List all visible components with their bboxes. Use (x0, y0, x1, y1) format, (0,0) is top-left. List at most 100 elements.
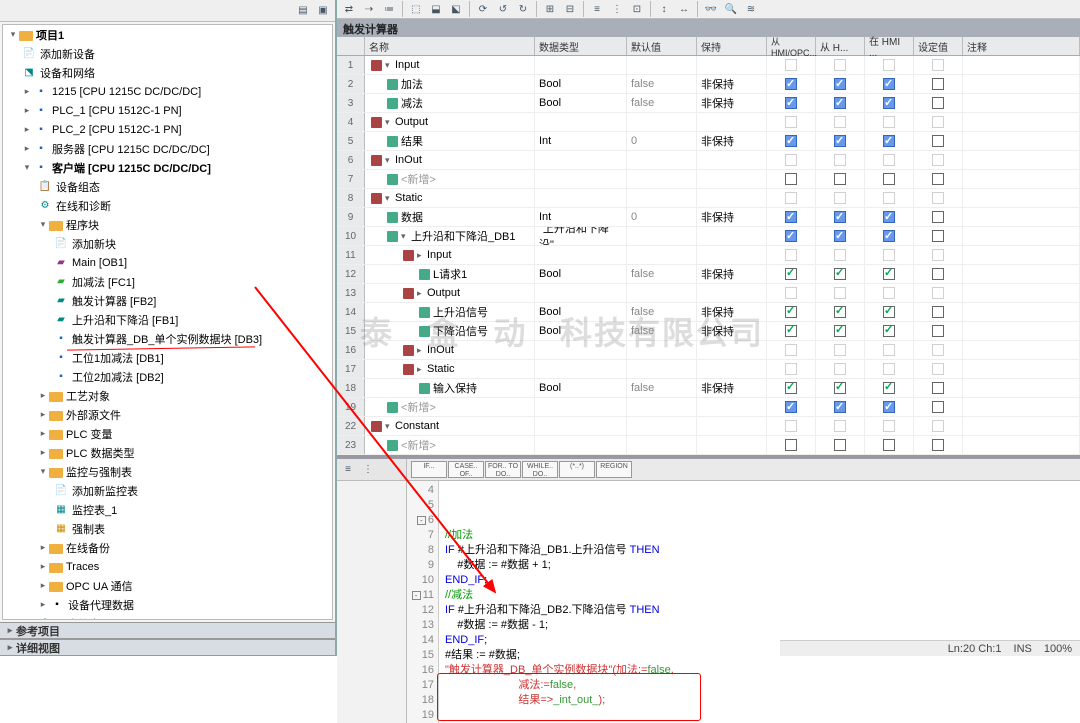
grid-row[interactable]: 18输入保持Boolfalse非保持 (337, 379, 1080, 398)
watch1[interactable]: 监控表_1 (72, 502, 117, 518)
col-hmi2[interactable]: 从 H... (816, 37, 865, 55)
block-title: 触发计算器 (337, 19, 1080, 37)
plc1[interactable]: PLC_1 [CPU 1512C-1 PN] (52, 105, 182, 117)
col-type[interactable]: 数据类型 (535, 37, 627, 55)
tb-g[interactable]: ⟳ (474, 0, 492, 18)
client[interactable]: 客户端 [CPU 1215C DC/DC/DC] (52, 160, 211, 176)
grid-row[interactable]: 17▸Static (337, 360, 1080, 379)
tb-a[interactable]: ⇄ (340, 0, 358, 18)
grid-row[interactable]: 7<新增> (337, 170, 1080, 189)
scl-editor[interactable]: 45-678910-111213141516171819 //加法IF #上升沿… (407, 481, 1080, 723)
grid-row[interactable]: 4▾Output (337, 113, 1080, 132)
tb-m[interactable]: ⋮ (608, 0, 626, 18)
grid-row[interactable]: 23<新增> (337, 436, 1080, 455)
add-device[interactable]: 添加新设备 (40, 46, 95, 62)
opcua[interactable]: OPC UA 通信 (66, 578, 133, 594)
col-name[interactable]: 名称 (365, 37, 535, 55)
declaration-grid: 名称 数据类型 默认值 保持 从 HMI/OPC... 从 H... 在 HMI… (337, 37, 1080, 455)
cpu-1215[interactable]: 1215 [CPU 1215C DC/DC/DC] (52, 86, 201, 98)
grid-row[interactable]: 3减法Boolfalse非保持 (337, 94, 1080, 113)
devices-networks[interactable]: 设备和网络 (40, 65, 95, 81)
tab-if[interactable]: IF... (411, 461, 447, 478)
grid-row[interactable]: 5结果Int0非保持 (337, 132, 1080, 151)
tab-comment[interactable]: (*..*) (559, 461, 595, 478)
db2[interactable]: 工位2加减法 [DB2] (72, 369, 164, 385)
cl2[interactable]: ⋮ (359, 461, 377, 479)
grid-row[interactable]: 9数据Int0非保持 (337, 208, 1080, 227)
main-toolbar: ⇄⇢≔ ⬚⬓⬕ ⟳↺↻ ⊞⊟ ≡⋮⊡ ↕↔ 👓🔍≋ (337, 0, 1080, 19)
ref-projects-bar[interactable]: ▸参考项目 (0, 622, 335, 639)
grid-row[interactable]: 14上升沿信号Boolfalse非保持 (337, 303, 1080, 322)
tab-case[interactable]: CASE.. OF.. (448, 461, 484, 478)
db1[interactable]: 工位1加减法 [DB1] (72, 350, 164, 366)
grid-row[interactable]: 19<新增> (337, 398, 1080, 417)
cl1[interactable]: ≡ (339, 461, 357, 479)
tb-n[interactable]: ⊡ (628, 0, 646, 18)
btn1[interactable]: ▤ (294, 2, 312, 20)
grid-row[interactable]: 22▾Constant (337, 417, 1080, 436)
db3[interactable]: 触发计算器_DB_单个实例数据块 [DB3] (72, 331, 262, 347)
project-root[interactable]: 项目1 (36, 27, 64, 43)
tb-h[interactable]: ↺ (494, 0, 512, 18)
tb-q[interactable]: 👓 (702, 0, 720, 18)
grid-row[interactable]: 8▾Static (337, 189, 1080, 208)
highlight-box (437, 673, 701, 721)
program-blocks[interactable]: 程序块 (66, 217, 99, 233)
tech-objects[interactable]: 工艺对象 (66, 388, 110, 404)
ext-sources[interactable]: 外部源文件 (66, 407, 121, 423)
server[interactable]: 服务器 [CPU 1215C DC/DC/DC] (52, 141, 210, 157)
grid-row[interactable]: 15下降沿信号Boolfalse非保持 (337, 322, 1080, 341)
plc2[interactable]: PLC_2 [CPU 1512C-1 PN] (52, 124, 182, 136)
device-config[interactable]: 设备组态 (56, 179, 100, 195)
proxy-data[interactable]: 设备代理数据 (68, 597, 134, 613)
grid-row[interactable]: 2加法Boolfalse非保持 (337, 75, 1080, 94)
tb-s[interactable]: ≋ (742, 0, 760, 18)
col-keep[interactable]: 保持 (697, 37, 767, 55)
tb-c[interactable]: ≔ (380, 0, 398, 18)
grid-row[interactable]: 6▾InOut (337, 151, 1080, 170)
tb-j[interactable]: ⊞ (541, 0, 559, 18)
grid-row[interactable]: 11▸Input (337, 246, 1080, 265)
tb-e[interactable]: ⬓ (427, 0, 445, 18)
online-backup[interactable]: 在线备份 (66, 540, 110, 556)
col-hmi3[interactable]: 在 HMI ... (865, 37, 914, 55)
col-comment[interactable]: 注释 (963, 37, 1080, 55)
tb-l[interactable]: ≡ (588, 0, 606, 18)
fb1[interactable]: 上升沿和下降沿 [FB1] (72, 312, 178, 328)
fc1[interactable]: 加减法 [FC1] (72, 274, 135, 290)
tb-r[interactable]: 🔍 (722, 0, 740, 18)
plc-types[interactable]: PLC 数据类型 (66, 445, 134, 461)
add-block[interactable]: 添加新块 (72, 236, 116, 252)
grid-row[interactable]: 1▾Input (337, 56, 1080, 75)
tab-while[interactable]: WHILE.. DO.. (522, 461, 558, 478)
online-diag[interactable]: 在线和诊断 (56, 198, 111, 214)
col-hmi1[interactable]: 从 HMI/OPC... (767, 37, 816, 55)
tb-d[interactable]: ⬚ (407, 0, 425, 18)
tb-k[interactable]: ⊟ (561, 0, 579, 18)
force-table[interactable]: 强制表 (72, 521, 105, 537)
program-info[interactable]: 程序信息 (56, 616, 100, 621)
fb2[interactable]: 触发计算器 [FB2] (72, 293, 156, 309)
tab-region[interactable]: REGION (596, 461, 632, 478)
col-set[interactable]: 设定值 (914, 37, 963, 55)
btn2[interactable]: ▣ (314, 2, 332, 20)
col-default[interactable]: 默认值 (627, 37, 697, 55)
tb-b[interactable]: ⇢ (360, 0, 378, 18)
add-watch[interactable]: 添加新监控表 (72, 483, 138, 499)
tab-for[interactable]: FOR.. TO DO.. (485, 461, 521, 478)
grid-row[interactable]: 16▸InOut (337, 341, 1080, 360)
detail-view-bar[interactable]: ▸详细视图 (0, 639, 335, 656)
tb-p[interactable]: ↔ (675, 0, 693, 18)
traces[interactable]: Traces (66, 561, 99, 573)
grid-row[interactable]: 10▾上升沿和下降沿_DB1"上升沿和下降沿" (337, 227, 1080, 246)
plc-vars[interactable]: PLC 变量 (66, 426, 112, 442)
grid-row[interactable]: 13▸Output (337, 284, 1080, 303)
project-tree[interactable]: ▾项目1 📄添加新设备 ⬔设备和网络 ▸▪1215 [CPU 1215C DC/… (2, 24, 333, 620)
watch-force[interactable]: 监控与强制表 (66, 464, 132, 480)
tb-i[interactable]: ↻ (514, 0, 532, 18)
main-ob1[interactable]: Main [OB1] (72, 257, 127, 269)
grid-row[interactable]: 12L请求1Boolfalse非保持 (337, 265, 1080, 284)
tb-f[interactable]: ⬕ (447, 0, 465, 18)
code-snippet-tabs: IF... CASE.. OF.. FOR.. TO DO.. WHILE.. … (407, 459, 1080, 481)
tb-o[interactable]: ↕ (655, 0, 673, 18)
